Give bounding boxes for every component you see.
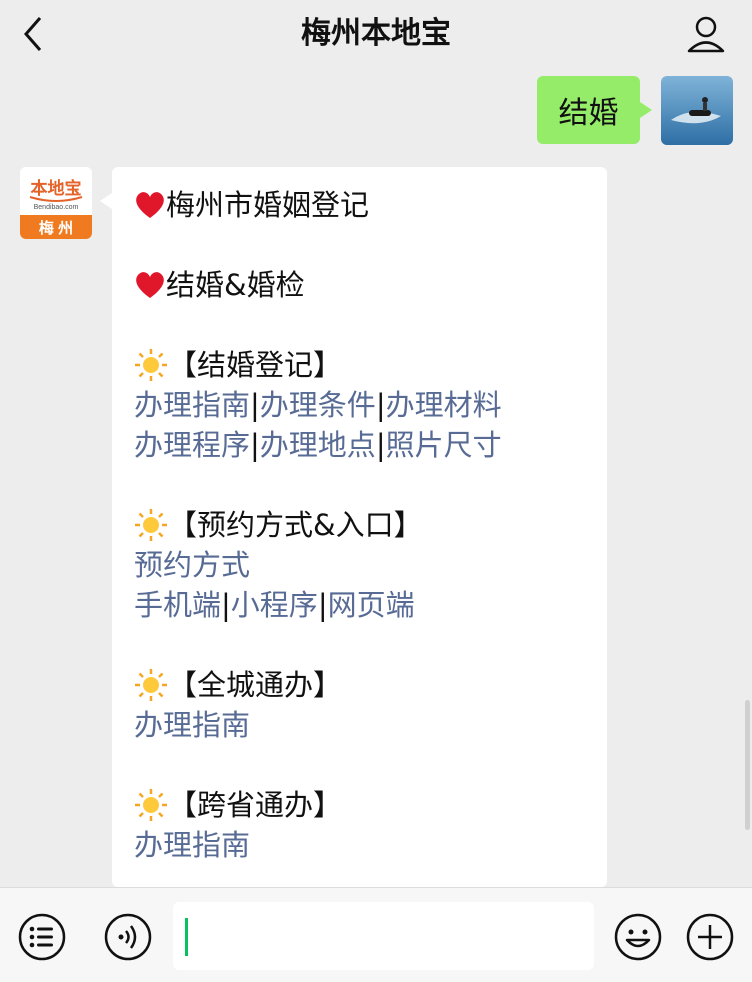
sun-icon (135, 789, 167, 821)
link-row: 办理指南|办理条件|办理材料 (134, 385, 502, 425)
heading-text-2: 结婚&婚检 (166, 268, 305, 302)
svg-text:本地宝: 本地宝 (31, 178, 82, 198)
message-input[interactable] (173, 902, 594, 970)
section-title: 【全城通办】 (168, 668, 343, 702)
link-web[interactable]: 网页端 (328, 588, 415, 622)
separator: | (317, 588, 328, 622)
sent-message-bubble[interactable]: 结婚 (537, 76, 652, 144)
input-bar (0, 887, 752, 982)
top-bar: 梅州本地宝 (0, 0, 752, 68)
link-row: 办理指南 (134, 825, 250, 865)
link-materials[interactable]: 办理材料 (386, 388, 502, 422)
heading-line-1: 梅州市婚姻登记 (134, 185, 369, 225)
link-row: 手机端|小程序|网页端 (134, 585, 415, 625)
link-location[interactable]: 办理地点 (260, 428, 376, 462)
menu-icon[interactable] (17, 912, 67, 966)
link-row: 预约方式 (134, 545, 250, 585)
link-row: 办理程序|办理地点|照片尺寸 (134, 425, 502, 465)
separator: | (375, 388, 386, 422)
sun-icon (135, 509, 167, 541)
text-cursor (185, 918, 188, 956)
scrollbar[interactable] (745, 700, 750, 830)
link-row: 办理指南 (134, 705, 250, 745)
separator: | (375, 428, 386, 462)
link-citywide-guide[interactable]: 办理指南 (134, 708, 250, 742)
link-cross-province-guide[interactable]: 办理指南 (134, 828, 250, 862)
section-title: 【跨省通办】 (168, 788, 343, 822)
link-guide[interactable]: 办理指南 (134, 388, 250, 422)
section-title-line: 【结婚登记】 (134, 345, 342, 385)
heart-icon (136, 272, 164, 298)
plus-icon[interactable] (685, 912, 735, 966)
svg-text:梅 州: 梅 州 (39, 219, 73, 237)
heart-icon (136, 192, 164, 218)
svg-text:Bendibao.com: Bendibao.com (34, 204, 79, 211)
link-procedure[interactable]: 办理程序 (134, 428, 250, 462)
section-title-line: 【跨省通办】 (134, 785, 342, 825)
emoji-icon[interactable] (613, 912, 663, 966)
link-mobile[interactable]: 手机端 (134, 588, 221, 622)
sun-icon (135, 669, 167, 701)
link-mini-program[interactable]: 小程序 (231, 588, 318, 622)
page-title: 梅州本地宝 (301, 16, 451, 51)
sun-icon (135, 349, 167, 381)
link-conditions[interactable]: 办理条件 (260, 388, 376, 422)
section-title: 【结婚登记】 (168, 348, 343, 382)
section-title-line: 【预约方式&入口】 (134, 505, 423, 545)
profile-icon[interactable] (686, 14, 726, 54)
separator: | (250, 428, 260, 462)
section-title-line: 【全城通办】 (134, 665, 342, 705)
voice-icon[interactable] (103, 912, 153, 966)
sent-message-text: 结婚 (558, 96, 619, 131)
user-avatar[interactable] (661, 76, 733, 145)
bot-avatar[interactable]: 本地宝 Bendibao.com 梅 州 (20, 167, 92, 239)
separator: | (250, 388, 260, 422)
reply-bubble: 梅州市婚姻登记 结婚&婚检 【结婚登记】 办理指南|办理条件|办理材料 办理程序… (100, 167, 607, 887)
section-title: 【预约方式&入口】 (168, 508, 423, 542)
heading-line-2: 结婚&婚检 (134, 265, 305, 305)
link-appointment-method[interactable]: 预约方式 (134, 548, 250, 582)
link-photo-size[interactable]: 照片尺寸 (386, 428, 502, 462)
heading-text-1: 梅州市婚姻登记 (166, 188, 370, 222)
separator: | (221, 588, 231, 622)
